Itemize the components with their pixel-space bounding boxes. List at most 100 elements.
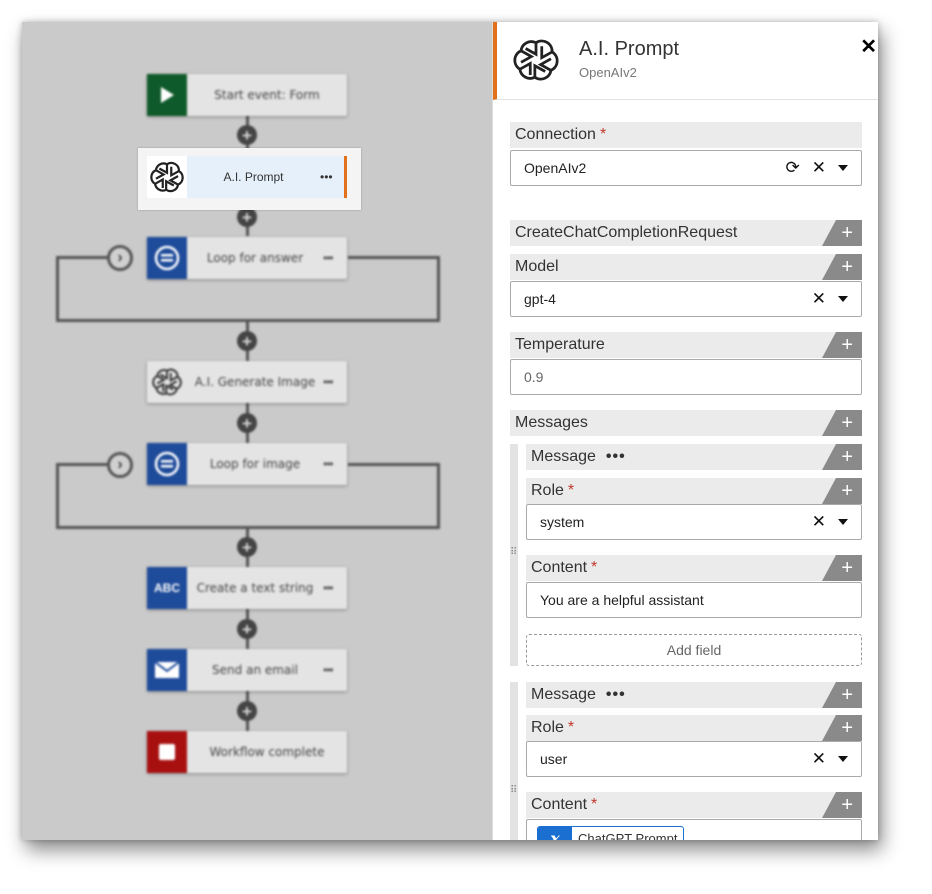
add-step-button[interactable]: +	[237, 701, 257, 721]
role-label: Role *	[526, 715, 862, 741]
loop-line	[348, 463, 440, 466]
openai-icon	[147, 156, 187, 198]
clear-icon[interactable]: ✕	[812, 289, 826, 309]
content-label: Content *	[526, 555, 862, 581]
role-select[interactable]: user ✕	[526, 741, 862, 777]
node-more-icon[interactable]: •••	[323, 663, 347, 677]
connection-select[interactable]: OpenAIv2 ⟳ ✕	[510, 150, 862, 186]
role-label: Role *	[526, 478, 862, 504]
role-value: system	[540, 514, 585, 530]
node-more-icon[interactable]: •••	[323, 251, 347, 265]
node-label: Workflow complete	[209, 745, 325, 759]
loop-expand-icon[interactable]: ›	[107, 245, 133, 271]
app-window: + + + + + + + › › Start event: Form Loop…	[22, 22, 878, 840]
required-mark: *	[567, 482, 575, 499]
connection-label-text: Connection	[515, 126, 596, 143]
panel-subtitle: OpenAIv2	[579, 65, 637, 80]
panel-title: A.I. Prompt	[579, 38, 680, 60]
add-step-button[interactable]: +	[237, 125, 257, 145]
clear-icon[interactable]: ✕	[812, 749, 826, 769]
add-step-button[interactable]: +	[237, 207, 257, 227]
content-input[interactable]: x ChatGPT Prompt	[526, 819, 862, 840]
add-step-button[interactable]: +	[237, 619, 257, 639]
role-value: user	[540, 751, 568, 767]
chevron-down-icon[interactable]	[838, 756, 848, 762]
chevron-down-icon[interactable]	[838, 165, 848, 171]
clear-icon[interactable]: ✕	[812, 158, 826, 178]
request-label-text: CreateChatCompletionRequest	[515, 224, 738, 241]
node-more-icon[interactable]: •••	[323, 375, 347, 389]
message-group-bar	[510, 682, 518, 840]
clear-icon[interactable]: ✕	[812, 512, 826, 532]
workflow-node-generate-image[interactable]: A.I. Generate Image •••	[147, 361, 347, 403]
node-more-icon[interactable]: •••	[323, 581, 347, 595]
close-icon[interactable]: ✕	[860, 34, 877, 59]
content-input[interactable]: You are a helpful assistant	[526, 582, 862, 618]
content-label-text: Content	[531, 559, 588, 576]
abc-icon: ABC	[147, 567, 187, 609]
openai-icon	[147, 361, 187, 403]
message-more-icon[interactable]: •••	[606, 686, 626, 703]
required-mark: *	[599, 126, 607, 143]
node-label: Create a text string	[196, 581, 314, 595]
role-select[interactable]: system ✕	[526, 504, 862, 540]
content-value: You are a helpful assistant	[540, 592, 704, 608]
workflow-node-send-email[interactable]: Send an email •••	[147, 649, 347, 691]
add-step-button[interactable]: +	[237, 537, 257, 557]
variable-token-label: ChatGPT Prompt	[578, 830, 678, 841]
node-more-icon[interactable]: •••	[323, 457, 347, 471]
temperature-label: Temperature	[510, 332, 862, 358]
stop-icon	[147, 731, 187, 773]
variable-icon: x	[538, 827, 572, 840]
content-label-text: Content	[531, 796, 588, 813]
role-label-text: Role	[531, 482, 564, 499]
refresh-icon[interactable]: ⟳	[786, 158, 800, 178]
openai-icon	[513, 37, 559, 88]
temperature-label-text: Temperature	[515, 336, 605, 353]
required-mark: *	[567, 719, 575, 736]
message-label: Message •••	[526, 682, 862, 708]
messages-label: Messages	[510, 410, 862, 436]
loop-line	[348, 256, 440, 259]
add-step-button[interactable]: +	[237, 413, 257, 433]
drag-handle-icon[interactable]: ⠿	[510, 548, 518, 558]
selected-node-card[interactable]: A.I. Prompt •••	[147, 156, 347, 198]
drag-handle-icon[interactable]: ⠿	[510, 786, 518, 796]
temperature-input[interactable]: 0.9	[510, 359, 862, 395]
request-label: CreateChatCompletionRequest	[510, 220, 862, 246]
variable-token[interactable]: x ChatGPT Prompt	[537, 826, 685, 841]
connection-label: Connection *	[510, 122, 862, 148]
message-label-text: Message	[531, 686, 596, 703]
workflow-node-text-string[interactable]: ABC Create a text string •••	[147, 567, 347, 609]
workflow-node-ai-prompt-selected[interactable]: A.I. Prompt •••	[138, 148, 361, 210]
workflow-node-loop-answer[interactable]: Loop for answer •••	[147, 237, 347, 279]
model-label: Model	[510, 254, 862, 280]
model-select[interactable]: gpt-4 ✕	[510, 281, 862, 317]
workflow-canvas-content: + + + + + + + › › Start event: Form Loop…	[22, 22, 492, 840]
node-label: Send an email	[212, 663, 298, 677]
chevron-down-icon[interactable]	[838, 519, 848, 525]
required-mark: *	[591, 796, 598, 813]
workflow-node-loop-image[interactable]: Loop for image •••	[147, 443, 347, 485]
node-more-icon[interactable]: •••	[320, 170, 344, 184]
workflow-canvas[interactable]: + + + + + + + › › Start event: Form Loop…	[22, 22, 492, 840]
model-value: gpt-4	[524, 291, 556, 307]
connection-value: OpenAIv2	[524, 160, 587, 176]
temperature-value: 0.9	[524, 369, 544, 385]
node-label: Loop for image	[209, 457, 301, 471]
content-label: Content *	[526, 792, 862, 818]
loop-expand-icon[interactable]: ›	[107, 452, 133, 478]
envelope-icon	[147, 649, 187, 691]
message-more-icon[interactable]: •••	[606, 448, 626, 465]
node-label: A.I. Prompt	[223, 170, 284, 184]
chevron-down-icon[interactable]	[838, 296, 848, 302]
model-label-text: Model	[515, 258, 559, 275]
workflow-node-complete[interactable]: Workflow complete	[147, 731, 347, 773]
add-step-button[interactable]: +	[237, 331, 257, 351]
add-field-button[interactable]: Add field	[526, 634, 862, 666]
workflow-node-start[interactable]: Start event: Form	[147, 74, 347, 116]
action-config-panel: A.I. Prompt OpenAIv2 ✕ Connection * OpenA…	[492, 22, 878, 840]
play-icon	[147, 74, 187, 116]
message-label-text: Message	[531, 448, 596, 465]
message-label: Message •••	[526, 444, 862, 470]
